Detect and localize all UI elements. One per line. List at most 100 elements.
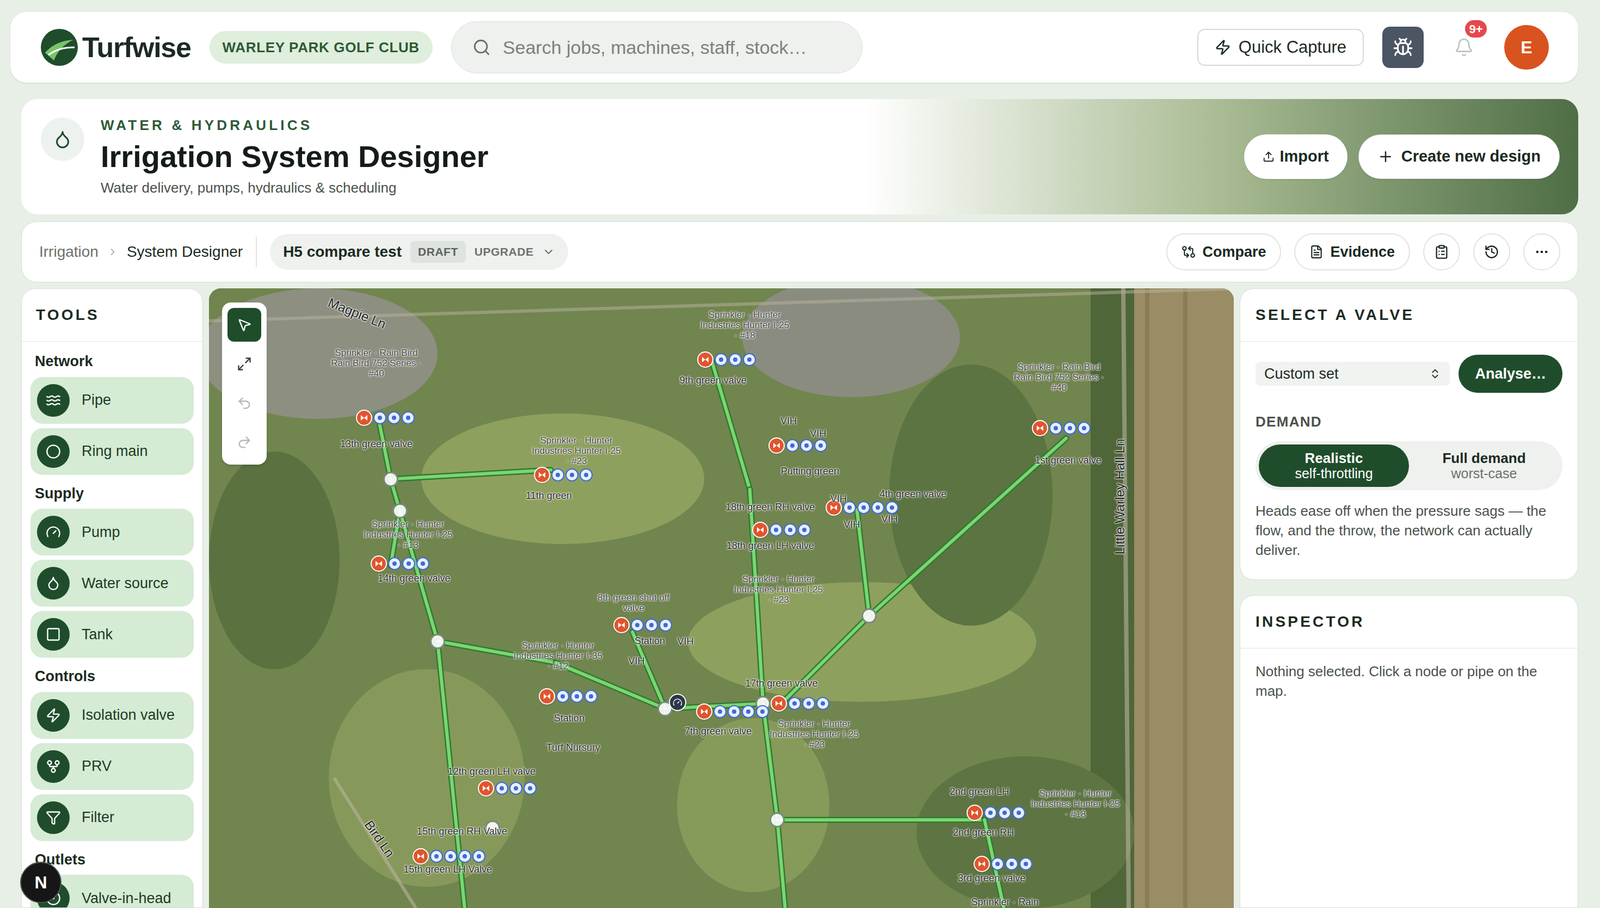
sprinkler-icon[interactable]: [802, 697, 816, 711]
sprinkler-icon[interactable]: [401, 411, 415, 425]
junction-node[interactable]: [383, 471, 399, 488]
pipe[interactable]: [379, 423, 391, 480]
head-cluster[interactable]: [370, 555, 430, 572]
sprinkler-icon[interactable]: [1019, 857, 1033, 871]
valve-icon[interactable]: [768, 437, 785, 454]
head-cluster[interactable]: [770, 695, 830, 712]
toolbar-icon-button[interactable]: [1523, 233, 1561, 271]
sprinkler-icon[interactable]: [373, 411, 387, 425]
sprinkler-icon[interactable]: [523, 782, 537, 796]
map[interactable]: Magpie LnSprinkler · Rain Bird Rain Bird…: [208, 288, 1234, 908]
sprinkler-icon[interactable]: [570, 690, 584, 704]
head-cluster[interactable]: [477, 780, 537, 797]
tool-item[interactable]: Pipe: [30, 377, 194, 424]
sprinkler-icon[interactable]: [1012, 806, 1026, 820]
demand-option[interactable]: Realisticself-throttling: [1258, 444, 1409, 488]
sprinkler-icon[interactable]: [741, 705, 755, 719]
head-cluster[interactable]: [538, 688, 598, 705]
pipe[interactable]: [777, 819, 985, 821]
sprinkler-icon[interactable]: [416, 557, 430, 571]
demand-option[interactable]: Full demandworst-case: [1408, 444, 1560, 488]
sprinkler-icon[interactable]: [785, 439, 799, 453]
pipe[interactable]: [632, 632, 666, 710]
pipe[interactable]: [762, 703, 778, 821]
sprinkler-icon[interactable]: [495, 782, 509, 796]
valve-icon[interactable]: [966, 804, 983, 822]
map-tool-button[interactable]: [227, 308, 262, 342]
quick-capture-button[interactable]: Quick Capture: [1197, 28, 1364, 66]
sprinkler-icon[interactable]: [630, 618, 644, 632]
design-selector[interactable]: H5 compare testDRAFTUPGRADE: [269, 234, 569, 270]
sprinkler-icon[interactable]: [509, 782, 523, 796]
map-tool-button[interactable]: [227, 425, 262, 460]
head-cluster[interactable]: [355, 409, 415, 427]
tool-item[interactable]: Ring main: [30, 428, 194, 476]
pump-node[interactable]: [668, 693, 687, 712]
tool-item[interactable]: Filter: [30, 794, 194, 842]
sprinkler-icon[interactable]: [769, 523, 783, 537]
pipe[interactable]: [777, 820, 786, 908]
sprinkler-icon[interactable]: [584, 690, 598, 704]
head-cluster[interactable]: [752, 521, 811, 539]
tool-item[interactable]: Pump: [30, 508, 194, 556]
sprinkler-icon[interactable]: [800, 439, 814, 453]
import-button[interactable]: Import: [1244, 134, 1348, 180]
valve-icon[interactable]: [752, 521, 769, 539]
sprinkler-icon[interactable]: [755, 705, 769, 719]
create-design-button[interactable]: Create new design: [1358, 134, 1560, 180]
toolbar-action-button[interactable]: Compare: [1166, 233, 1282, 271]
sprinkler-icon[interactable]: [871, 501, 885, 515]
valve-icon[interactable]: [770, 695, 787, 712]
sprinkler-icon[interactable]: [728, 353, 742, 367]
sprinkler-icon[interactable]: [387, 411, 401, 425]
sprinkler-icon[interactable]: [1049, 421, 1063, 435]
sprinkler-icon[interactable]: [556, 690, 570, 704]
valve-icon[interactable]: [370, 555, 387, 572]
toolbar-icon-button[interactable]: [1423, 233, 1461, 271]
sprinkler-icon[interactable]: [727, 705, 741, 719]
valve-icon[interactable]: [355, 409, 373, 427]
sprinkler-icon[interactable]: [788, 697, 802, 711]
valve-icon[interactable]: [412, 848, 429, 865]
head-cluster[interactable]: [768, 437, 828, 454]
sprinkler-icon[interactable]: [814, 439, 828, 453]
tool-item[interactable]: Isolation valve: [30, 692, 194, 740]
sprinkler-icon[interactable]: [991, 857, 1005, 871]
sprinkler-icon[interactable]: [742, 353, 756, 367]
sprinkler-icon[interactable]: [388, 557, 402, 571]
valve-icon[interactable]: [533, 466, 551, 484]
valve-icon[interactable]: [538, 688, 556, 705]
map-tool-button[interactable]: [227, 347, 262, 381]
junction-node[interactable]: [429, 634, 446, 650]
valve-icon[interactable]: [697, 351, 714, 368]
pipe[interactable]: [781, 616, 870, 704]
sprinkler-icon[interactable]: [551, 468, 565, 482]
logo[interactable]: Turfwise: [39, 26, 192, 69]
sprinkler-icon[interactable]: [816, 697, 830, 711]
floating-dev-button[interactable]: N: [20, 862, 62, 904]
tool-item[interactable]: Water source: [30, 560, 194, 607]
notifications-button[interactable]: 9+: [1442, 25, 1486, 70]
pipe[interactable]: [390, 470, 551, 480]
head-cluster[interactable]: [973, 856, 1033, 873]
sprinkler-icon[interactable]: [579, 468, 593, 482]
breadcrumb-item[interactable]: Irrigation: [39, 240, 99, 264]
sprinkler-icon[interactable]: [783, 523, 797, 537]
map-tool-button[interactable]: [227, 386, 262, 421]
sprinkler-icon[interactable]: [1005, 857, 1019, 871]
head-cluster[interactable]: [1031, 420, 1091, 437]
sprinkler-icon[interactable]: [983, 806, 998, 820]
sprinkler-icon[interactable]: [1063, 421, 1077, 435]
valve-icon[interactable]: [1031, 420, 1049, 437]
junction-node[interactable]: [861, 608, 877, 624]
sprinkler-icon[interactable]: [444, 850, 458, 864]
pipe[interactable]: [749, 489, 763, 704]
head-cluster[interactable]: [966, 804, 1026, 822]
head-cluster[interactable]: [697, 351, 756, 368]
sprinkler-icon[interactable]: [857, 501, 871, 515]
sprinkler-icon[interactable]: [797, 523, 811, 537]
tool-item[interactable]: Tank: [30, 611, 194, 658]
avatar[interactable]: E: [1504, 25, 1549, 70]
sprinkler-icon[interactable]: [458, 850, 472, 864]
valve-icon[interactable]: [973, 856, 990, 873]
